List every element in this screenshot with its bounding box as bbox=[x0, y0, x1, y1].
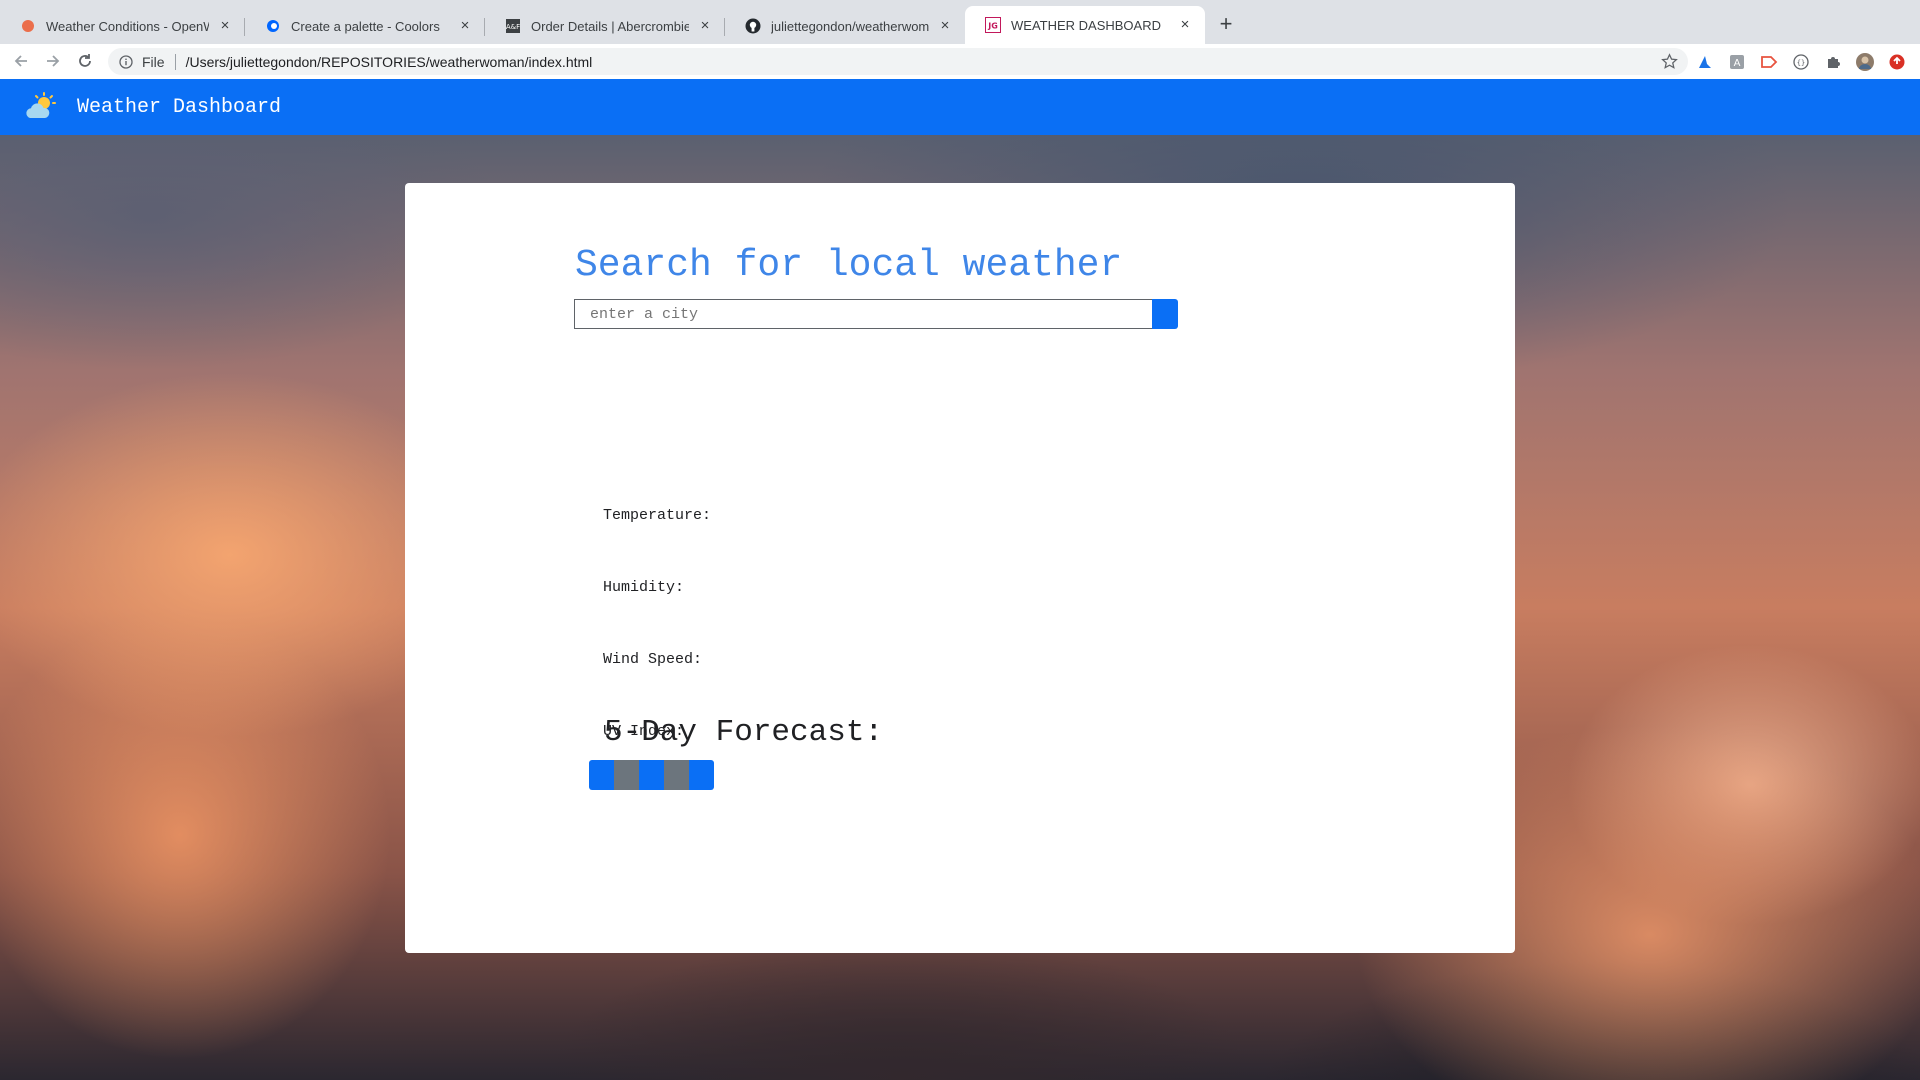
sun-cloud-icon bbox=[25, 92, 59, 122]
close-icon[interactable]: × bbox=[457, 18, 473, 34]
code-extension-icon[interactable]: {} bbox=[1792, 53, 1810, 71]
forecast-day-5 bbox=[689, 760, 714, 790]
wind-speed-label: Wind Speed: bbox=[603, 651, 703, 668]
url-text[interactable]: /Users/juliettegondon/REPOSITORIES/weath… bbox=[186, 54, 593, 70]
back-button[interactable] bbox=[10, 50, 32, 72]
bookmark-star-icon[interactable] bbox=[1661, 53, 1678, 70]
update-alert-icon[interactable] bbox=[1888, 53, 1906, 71]
page-viewport: Weather Dashboard Search for local weath… bbox=[0, 79, 1920, 1080]
forecast-row bbox=[589, 760, 714, 790]
reload-icon bbox=[79, 54, 91, 67]
svg-text:A: A bbox=[1734, 58, 1741, 69]
svg-text:A&F: A&F bbox=[506, 23, 520, 31]
svg-text:{}: {} bbox=[1797, 59, 1805, 67]
humidity-label: Humidity: bbox=[603, 579, 685, 596]
forward-button[interactable] bbox=[42, 50, 64, 72]
github-icon bbox=[745, 18, 761, 34]
forecast-title: 5-Day Forecast: bbox=[604, 715, 884, 750]
forecast-day-4 bbox=[664, 760, 689, 790]
close-icon[interactable]: × bbox=[937, 18, 953, 34]
tab-strip: Weather Conditions - OpenWeather × Creat… bbox=[0, 0, 1920, 44]
puzzle-icon[interactable] bbox=[1824, 53, 1842, 71]
tab-abercrombie[interactable]: A&F Order Details | Abercrombie.com × bbox=[485, 8, 725, 44]
arrow-right-icon bbox=[47, 55, 60, 67]
forecast-day-1 bbox=[589, 760, 614, 790]
city-search-input[interactable] bbox=[574, 299, 1154, 329]
svg-text:JG: JG bbox=[987, 22, 998, 31]
extension-icon[interactable] bbox=[1696, 53, 1714, 71]
tab-openweather[interactable]: Weather Conditions - OpenWeather × bbox=[0, 8, 245, 44]
new-tab-button[interactable]: + bbox=[1214, 12, 1238, 36]
browser-toolbar: File /Users/juliettegondon/REPOSITORIES/… bbox=[0, 44, 1920, 79]
translate-icon[interactable]: A bbox=[1728, 53, 1746, 71]
screencast-icon[interactable] bbox=[1760, 53, 1778, 71]
app-navbar: Weather Dashboard bbox=[0, 79, 1920, 135]
tab-coolors[interactable]: Create a palette - Coolors × bbox=[245, 8, 485, 44]
tab-title: Order Details | Abercrombie.com bbox=[531, 18, 689, 34]
url-divider bbox=[174, 53, 176, 70]
abercrombie-icon: A&F bbox=[505, 18, 521, 34]
coolors-icon bbox=[265, 18, 281, 34]
forecast-day-3 bbox=[639, 760, 664, 790]
tab-weather-dashboard[interactable]: JG WEATHER DASHBOARD × bbox=[965, 6, 1205, 44]
tab-title: juliettegondon/weatherwoman bbox=[771, 18, 929, 34]
avatar[interactable] bbox=[1856, 53, 1874, 71]
tab-title: WEATHER DASHBOARD bbox=[1011, 17, 1161, 33]
navbar-brand[interactable]: Weather Dashboard bbox=[77, 96, 281, 119]
address-bar[interactable]: File /Users/juliettegondon/REPOSITORIES/… bbox=[108, 48, 1688, 75]
info-icon[interactable] bbox=[118, 54, 134, 70]
tab-github[interactable]: juliettegondon/weatherwoman × bbox=[725, 8, 965, 44]
weather-card: Search for local weather Temperature: Hu… bbox=[405, 183, 1515, 953]
arrow-left-icon bbox=[14, 55, 27, 67]
tab-title: Create a palette - Coolors bbox=[291, 18, 440, 34]
reload-button[interactable] bbox=[74, 50, 96, 72]
tab-title: Weather Conditions - OpenWeather bbox=[46, 18, 209, 34]
forecast-day-2 bbox=[614, 760, 639, 790]
openweather-icon bbox=[20, 18, 36, 34]
close-icon[interactable]: × bbox=[1177, 17, 1193, 33]
jg-icon: JG bbox=[985, 17, 1001, 33]
close-icon[interactable]: × bbox=[217, 18, 233, 34]
search-heading: Search for local weather bbox=[575, 244, 1123, 287]
close-icon[interactable]: × bbox=[697, 18, 713, 34]
temperature-label: Temperature: bbox=[603, 507, 712, 524]
url-scheme: File bbox=[142, 53, 165, 70]
search-button[interactable] bbox=[1152, 299, 1178, 329]
